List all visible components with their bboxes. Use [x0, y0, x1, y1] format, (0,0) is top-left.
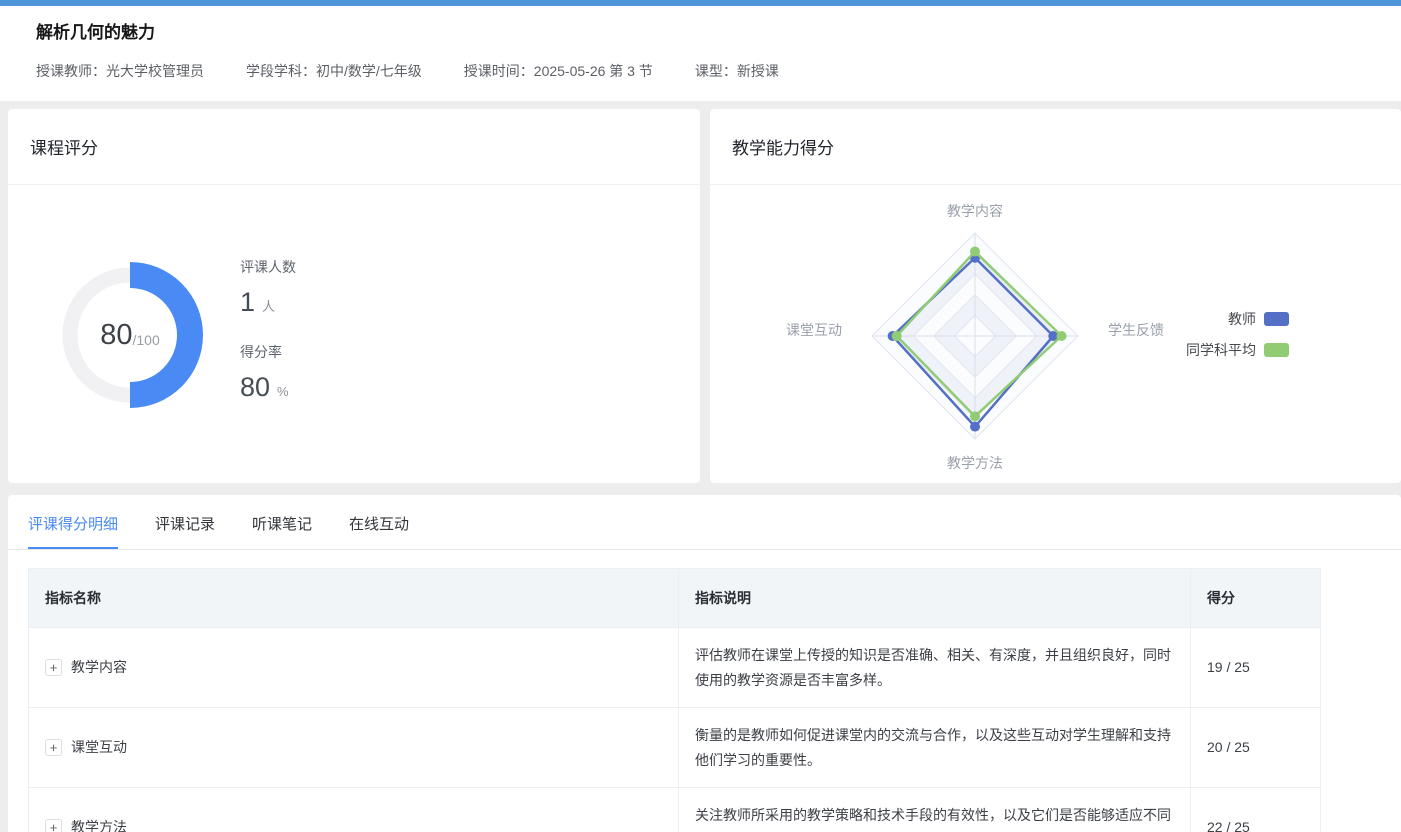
meta-time: 授课时间：2025-05-26 第 3 节 — [464, 61, 653, 81]
course-score-card: 课程评分 80/100 评课人数 1 人 得分率 80 — [8, 109, 700, 483]
tab-review-records[interactable]: 评课记录 — [155, 513, 215, 549]
indicator-score: 22 / 25 — [1191, 788, 1321, 832]
reviewer-count-unit: 人 — [262, 296, 275, 315]
indicator-description: 关注教师所采用的教学策略和技术手段的有效性，以及它们是否能够适应不同的学习风格和… — [679, 788, 1191, 832]
table-header-row: 指标名称 指标说明 得分 — [29, 569, 1321, 628]
expand-icon[interactable]: + — [45, 659, 62, 676]
legend-teacher-label: 教师 — [1228, 309, 1256, 329]
expand-icon[interactable]: + — [45, 739, 62, 756]
radar-axis-label-feedback: 学生反馈 — [1108, 320, 1164, 340]
meta-course-type: 课型：新授课 — [695, 61, 779, 81]
score-stats: 评课人数 1 人 得分率 80 % — [240, 257, 296, 427]
table-row: + 课堂互动 衡量的是教师如何促进课堂内的交流与合作，以及这些互动对学生理解和支持… — [29, 708, 1321, 788]
score-max: /100 — [133, 332, 160, 348]
tab-online-interaction[interactable]: 在线互动 — [349, 513, 409, 549]
course-meta: 授课教师：光大学校管理员 学段学科：初中/数学/七年级 授课时间：2025-05… — [36, 61, 1365, 81]
page-title: 解析几何的魅力 — [36, 18, 1365, 43]
legend-teacher-marker — [1264, 312, 1289, 326]
score-detail-table: 指标名称 指标说明 得分 + 教学内容 评估教师在课堂上传授的知识是否准确、相关、… — [28, 568, 1321, 832]
meta-grade-subject-value: 初中/数学/七年级 — [316, 63, 422, 79]
indicator-score: 19 / 25 — [1191, 628, 1321, 708]
tab-score-detail[interactable]: 评课得分明细 — [28, 513, 118, 549]
radar-axis-label-interaction: 课堂互动 — [786, 320, 842, 340]
column-header-indicator-name: 指标名称 — [29, 569, 679, 628]
meta-teacher-label: 授课教师： — [36, 63, 106, 79]
score-rate-unit: % — [277, 384, 289, 399]
score-rate-label: 得分率 — [240, 342, 296, 362]
meta-time-label: 授课时间： — [464, 63, 534, 79]
expand-icon[interactable]: + — [45, 819, 62, 832]
teaching-ability-card-title: 教学能力得分 — [732, 134, 834, 159]
meta-grade-subject: 学段学科：初中/数学/七年级 — [246, 61, 422, 81]
meta-teacher: 授课教师：光大学校管理员 — [36, 61, 204, 81]
table-row: + 教学内容 评估教师在课堂上传授的知识是否准确、相关、有深度，并且组织良好，同时… — [29, 628, 1321, 708]
legend-subject-average-label: 同学科平均 — [1186, 340, 1256, 360]
radar-legend: 教师 同学科平均 — [1186, 309, 1289, 371]
meta-course-type-value: 新授课 — [737, 63, 779, 79]
legend-subject-average-marker — [1264, 343, 1289, 357]
indicator-score: 20 / 25 — [1191, 708, 1321, 788]
tab-listening-notes[interactable]: 听课笔记 — [252, 513, 312, 549]
page-header: 解析几何的魅力 授课教师：光大学校管理员 学段学科：初中/数学/七年级 授课时间… — [0, 6, 1401, 101]
column-header-score: 得分 — [1191, 569, 1321, 628]
score-value: 80 — [100, 319, 132, 352]
detail-section-card: 评课得分明细 评课记录 听课笔记 在线互动 指标名称 指标说明 得分 + 教学内容… — [8, 495, 1401, 832]
reviewer-count-value: 1 — [240, 287, 255, 318]
score-rate-value: 80 — [240, 372, 270, 403]
indicator-description: 评估教师在课堂上传授的知识是否准确、相关、有深度，并且组织良好，同时使用的教学资… — [679, 628, 1191, 708]
reviewer-count-label: 评课人数 — [240, 257, 296, 277]
meta-grade-subject-label: 学段学科： — [246, 63, 316, 79]
legend-item-subject-average[interactable]: 同学科平均 — [1186, 340, 1289, 360]
column-header-indicator-description: 指标说明 — [679, 569, 1191, 628]
reviewer-count: 1 人 — [240, 287, 296, 318]
teaching-ability-card: 教学能力得分 教学内容 学生反馈 教学方法 课堂互动 教师 同学科平均 — [710, 109, 1401, 483]
score-rate: 80 % — [240, 372, 296, 403]
donut-center-label: 80/100 — [50, 255, 210, 415]
indicator-name: 教学方法 — [71, 815, 127, 832]
legend-item-teacher[interactable]: 教师 — [1186, 309, 1289, 329]
radar-axis-label-method: 教学方法 — [935, 453, 1015, 473]
radar-axis-label-content: 教学内容 — [935, 201, 1015, 221]
radar-svg — [805, 185, 1145, 482]
table-row: + 教学方法 关注教师所采用的教学策略和技术手段的有效性，以及它们是否能够适应不同… — [29, 788, 1321, 832]
teaching-ability-card-header: 教学能力得分 — [710, 109, 1401, 185]
meta-course-type-label: 课型： — [695, 63, 737, 79]
meta-time-value: 2025-05-26 第 3 节 — [534, 63, 653, 79]
tab-bar: 评课得分明细 评课记录 听课笔记 在线互动 — [8, 495, 1401, 550]
score-donut-chart: 80/100 — [50, 255, 210, 415]
meta-teacher-value: 光大学校管理员 — [106, 63, 204, 79]
radar-chart: 教学内容 学生反馈 教学方法 课堂互动 教师 同学科平均 — [710, 185, 1401, 482]
indicator-name: 课堂互动 — [71, 735, 127, 760]
indicator-description: 衡量的是教师如何促进课堂内的交流与合作，以及这些互动对学生理解和支持他们学习的重… — [679, 708, 1191, 788]
course-score-card-title: 课程评分 — [30, 134, 98, 159]
course-score-card-header: 课程评分 — [8, 109, 700, 185]
indicator-name: 教学内容 — [71, 655, 127, 680]
